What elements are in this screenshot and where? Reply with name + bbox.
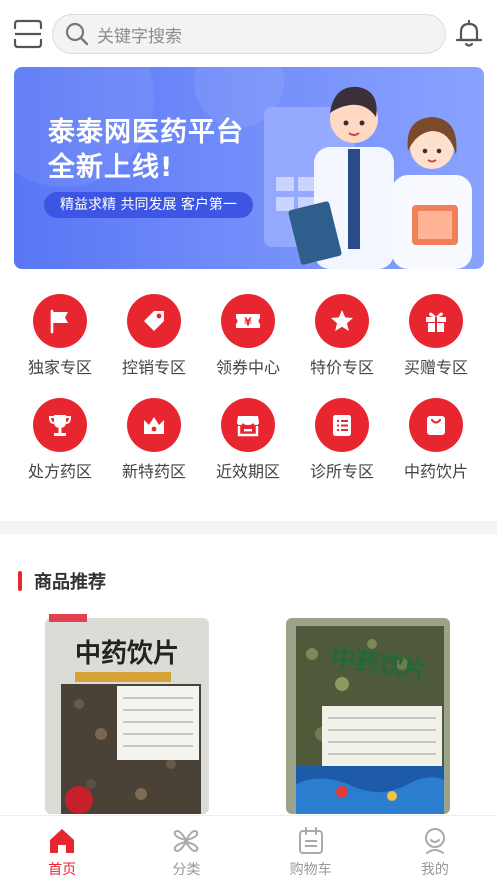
product-image: 中药饮片 — [41, 614, 213, 814]
category-controlled-sales[interactable]: 控销专区 — [107, 294, 201, 378]
banner-headline: 泰泰网医药平台 全新上线! — [48, 115, 244, 185]
tab-label: 首页 — [48, 862, 77, 878]
home-icon — [50, 829, 75, 853]
search-input[interactable]: 关键字搜索 — [52, 14, 446, 54]
category-label: 中药饮片 — [403, 462, 468, 481]
list-icon — [315, 398, 369, 452]
gift-icon — [409, 294, 463, 348]
tab-category[interactable]: 分类 — [124, 816, 248, 883]
recommend-header: 商品推荐 — [18, 570, 106, 593]
product-image: 中药饮片 — [282, 614, 454, 814]
category-label: 近效期区 — [215, 462, 280, 481]
category-new-drugs[interactable]: 新特药区 — [107, 398, 201, 482]
bag-icon — [409, 398, 463, 452]
category-label: 领券中心 — [215, 358, 280, 377]
star-icon — [315, 294, 369, 348]
banner-slogan: 精益求精 共同发展 客户第一 — [44, 192, 253, 218]
section-divider — [0, 521, 497, 534]
search-icon — [65, 22, 89, 46]
category-coupon-center[interactable]: ¥ 领券中心 — [201, 294, 295, 378]
tag-icon — [127, 294, 181, 348]
category-prescription[interactable]: 处方药区 — [13, 398, 107, 482]
tab-cart[interactable]: 购物车 — [249, 816, 373, 883]
tab-mine[interactable]: 我的 — [373, 816, 497, 883]
category-label: 特价专区 — [309, 358, 374, 377]
category-label: 买赠专区 — [403, 358, 468, 377]
recommend-title: 商品推荐 — [34, 572, 106, 593]
coupon-icon: ¥ — [221, 294, 275, 348]
bottom-tab-bar: 首页 分类 购物车 我的 — [0, 815, 497, 883]
tab-label: 购物车 — [289, 862, 332, 878]
search-placeholder: 关键字搜索 — [97, 26, 182, 47]
bell-icon[interactable] — [453, 18, 485, 50]
category-label: 独家专区 — [27, 358, 92, 377]
category-label: 处方药区 — [27, 462, 92, 481]
tab-home[interactable]: 首页 — [0, 816, 124, 883]
category-herbal-slices[interactable]: 中药饮片 — [389, 398, 483, 482]
doctors-illustration — [264, 86, 472, 269]
category-buy-gift[interactable]: 买赠专区 — [389, 294, 483, 378]
product-card[interactable]: 中药饮片 — [282, 614, 454, 814]
cart-icon — [298, 827, 323, 854]
category-clinic[interactable]: 诊所专区 — [295, 398, 389, 482]
tab-label: 分类 — [172, 862, 201, 878]
category-label: 新特药区 — [121, 462, 186, 481]
tab-label: 我的 — [420, 862, 449, 878]
category-icon — [174, 830, 199, 852]
svg-text:¥: ¥ — [244, 316, 252, 329]
banner-title-line1: 泰泰网医药平台 — [48, 117, 244, 148]
category-label: 诊所专区 — [309, 462, 374, 481]
category-near-expiry[interactable]: 近效期区 — [201, 398, 295, 482]
category-special-price[interactable]: 特价专区 — [295, 294, 389, 378]
top-bar: 关键字搜索 — [0, 0, 497, 66]
scan-icon[interactable] — [12, 18, 44, 50]
store-icon — [221, 398, 275, 452]
user-icon — [424, 828, 445, 854]
bag-print-text: 中药饮片 — [75, 639, 179, 669]
category-exclusive[interactable]: 独家专区 — [13, 294, 107, 378]
category-label: 控销专区 — [121, 358, 186, 377]
crown-icon — [127, 398, 181, 452]
flag-icon — [33, 294, 87, 348]
banner-title-line2: 全新上线! — [48, 152, 174, 183]
section-accent-bar — [18, 571, 22, 591]
trophy-icon — [33, 398, 87, 452]
product-card[interactable]: 中药饮片 — [41, 614, 213, 814]
promo-banner[interactable]: 泰泰网医药平台 全新上线! 精益求精 共同发展 客户第一 — [14, 67, 484, 269]
